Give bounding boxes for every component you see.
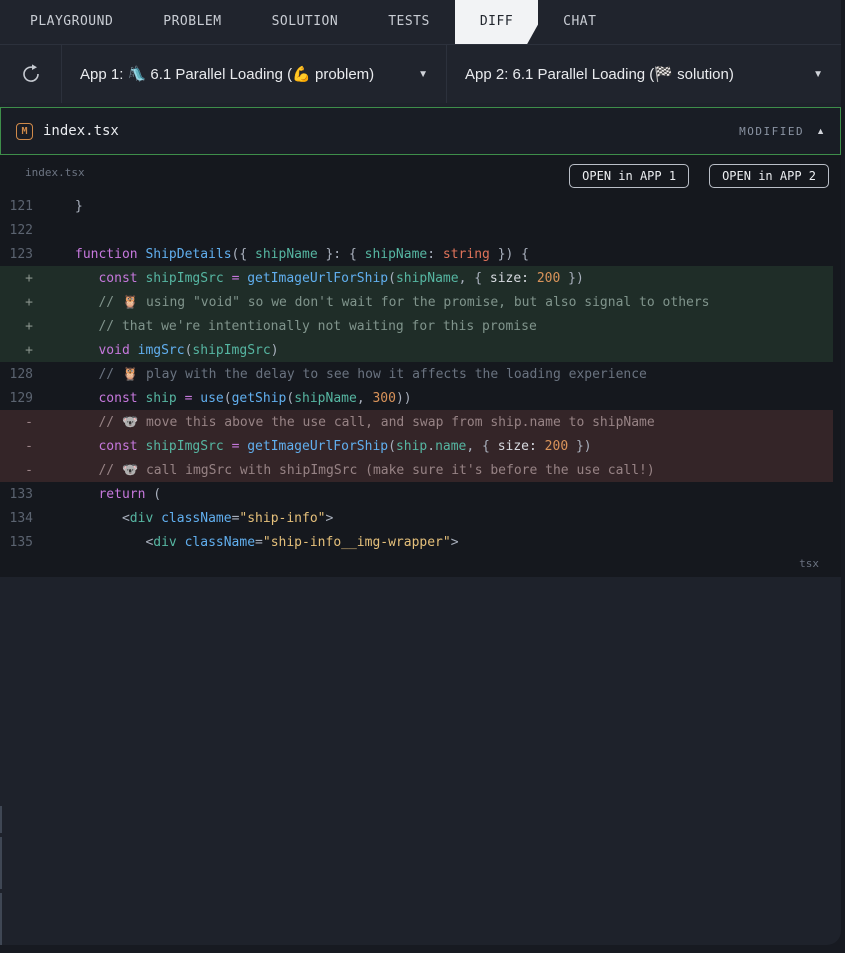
diff-line: + void imgSrc(shipImgSrc)	[0, 338, 833, 362]
diff-file-header[interactable]: M index.tsx MODIFIED ▲	[0, 107, 841, 155]
tab-diff[interactable]: DIFF	[455, 0, 538, 44]
line-gutter: -	[25, 438, 33, 454]
diff-line: - const shipImgSrc = getImageUrlForShip(…	[0, 434, 833, 458]
diff-line: 121}	[9, 198, 83, 214]
app2-select[interactable]: App 2: 6.1 Parallel Loading (🏁 solution)…	[447, 45, 841, 103]
tab-solution[interactable]: SOLUTION	[247, 0, 364, 44]
diff-line: 133 return (	[9, 486, 162, 502]
modified-file-badge-icon: M	[16, 122, 33, 140]
diff-toolbar: App 1: 🛝 6.1 Parallel Loading (💪 problem…	[0, 44, 841, 103]
diff-code-panel: index.tsx OPEN in APP 1 OPEN in APP 2 12…	[0, 155, 841, 577]
diff-lines: 121} 122 123 function ShipDetails({ shipNam…	[0, 194, 841, 554]
chevron-down-icon: ▼	[418, 68, 428, 80]
diff-line: 128 // 🦉 play with the delay to see how …	[9, 366, 647, 382]
app2-select-label: App 2: 6.1 Parallel Loading (🏁 solution)	[465, 66, 734, 83]
open-in-app-1-button[interactable]: OPEN in APP 1	[569, 164, 690, 188]
language-label: tsx	[799, 557, 819, 570]
line-gutter: 135	[9, 534, 33, 550]
line-gutter: +	[25, 342, 33, 358]
line-gutter: -	[25, 414, 33, 430]
collapse-icon[interactable]: ▲	[816, 126, 825, 136]
tab-chat[interactable]: CHAT	[538, 0, 621, 44]
diff-line: 134 <div className="ship-info">	[9, 510, 334, 526]
code-header-row: index.tsx OPEN in APP 1 OPEN in APP 2	[0, 155, 841, 194]
diff-line: + // that we're intentionally not waitin…	[0, 314, 833, 338]
diff-line: 135 <div className="ship-info__img-wrapp…	[9, 534, 459, 550]
main-panel: PLAYGROUND PROBLEM SOLUTION TESTS DIFF CHAT A…	[0, 0, 841, 945]
app1-select[interactable]: App 1: 🛝 6.1 Parallel Loading (💪 problem…	[62, 45, 447, 103]
line-gutter: 134	[9, 510, 33, 526]
diff-line: 123 function ShipDetails({ shipName }: { …	[9, 246, 530, 262]
file-name: index.tsx	[43, 123, 119, 139]
tab-playground[interactable]: PLAYGROUND	[5, 0, 138, 44]
diff-line: + const shipImgSrc = getImageUrlForShip(…	[0, 266, 833, 290]
open-in-app-2-button[interactable]: OPEN in APP 2	[709, 164, 829, 188]
diff-line: 122	[0, 218, 833, 242]
tab-tests[interactable]: TESTS	[363, 0, 455, 44]
line-gutter: 133	[9, 486, 33, 502]
line-gutter: 128	[9, 366, 33, 382]
left-rail-marks	[0, 806, 2, 945]
refresh-icon	[21, 64, 41, 84]
refresh-button[interactable]	[0, 45, 62, 103]
line-gutter: 121	[9, 198, 33, 214]
line-gutter: 123	[9, 246, 33, 262]
line-gutter: -	[25, 462, 33, 478]
workshop-app: PLAYGROUND PROBLEM SOLUTION TESTS DIFF CHAT A…	[0, 0, 845, 953]
open-buttons: OPEN in APP 1 OPEN in APP 2	[569, 164, 829, 188]
code-file-label: index.tsx	[25, 166, 85, 179]
diff-line: + // 🦉 using "void" so we don't wait for…	[0, 290, 833, 314]
diff-line: - // 🐨 move this above the use call, and…	[0, 410, 833, 434]
top-tab-bar: PLAYGROUND PROBLEM SOLUTION TESTS DIFF CHAT	[0, 0, 841, 44]
status-badge: MODIFIED	[739, 124, 805, 138]
line-gutter: 122	[9, 222, 33, 238]
tab-problem[interactable]: PROBLEM	[138, 0, 246, 44]
diff-line: 129 const ship = use(getShip(shipName, 3…	[9, 390, 412, 406]
chevron-down-icon: ▼	[813, 68, 823, 80]
line-gutter: +	[25, 270, 33, 286]
line-gutter: +	[25, 318, 33, 334]
diff-line: - // 🐨 call imgSrc with shipImgSrc (make…	[0, 458, 833, 482]
line-gutter: 129	[9, 390, 33, 406]
app1-select-label: App 1: 🛝 6.1 Parallel Loading (💪 problem…	[80, 66, 375, 83]
line-gutter: +	[25, 294, 33, 310]
